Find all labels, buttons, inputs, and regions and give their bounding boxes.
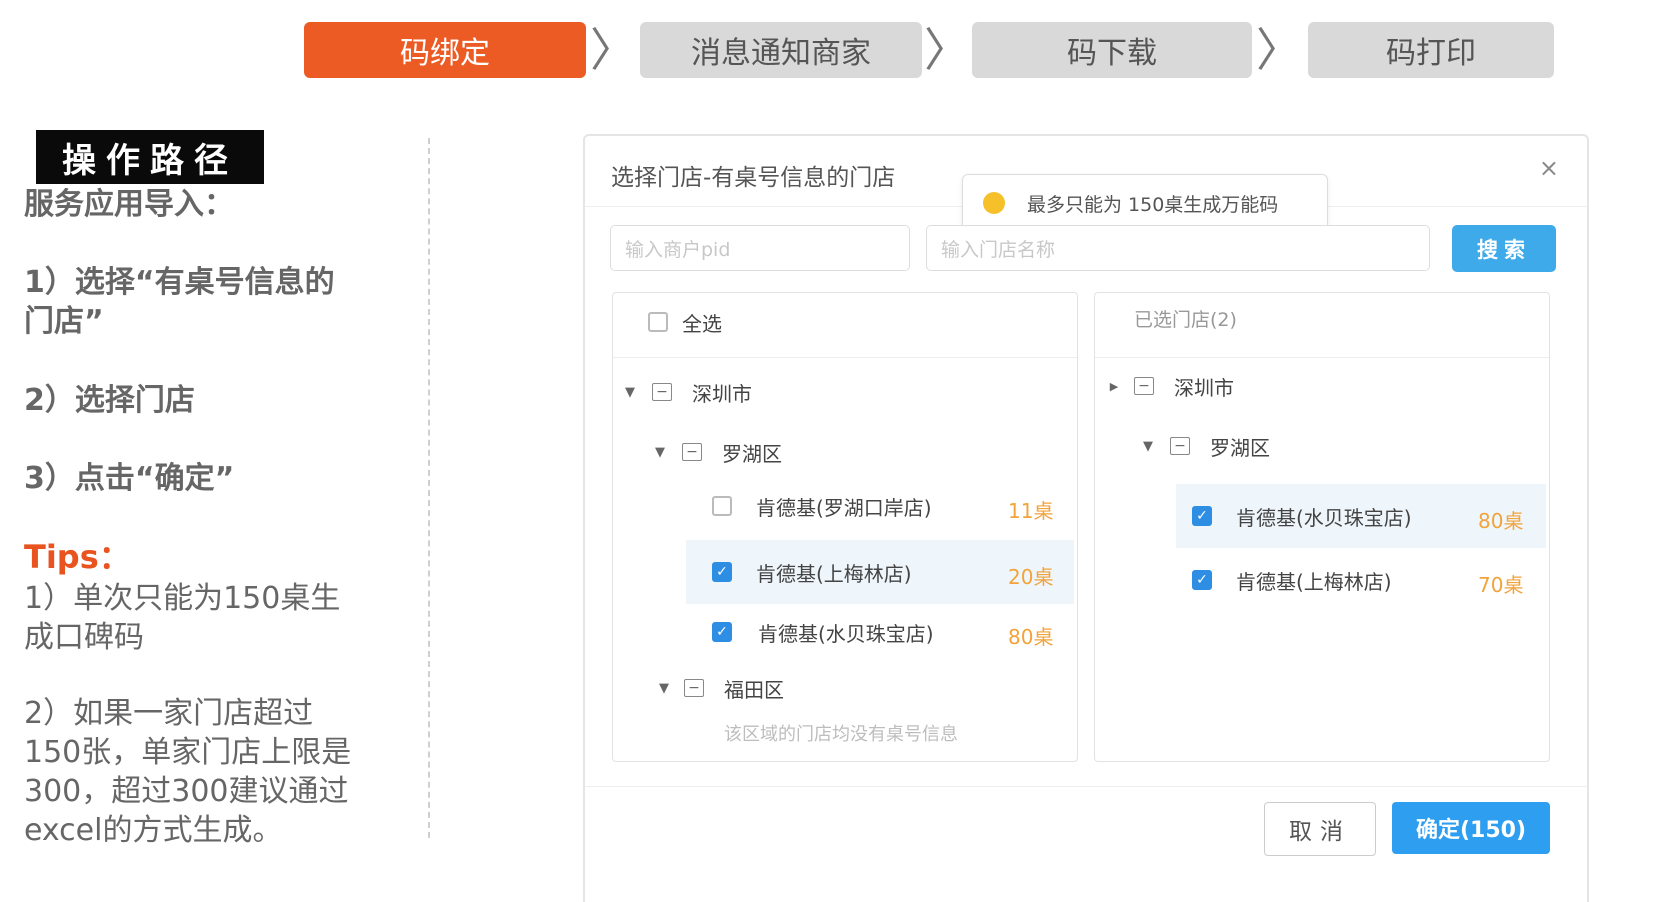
store-name: 肯德基(上梅林店)	[756, 561, 912, 586]
step-notify-merchant[interactable]: 消息通知商家	[640, 22, 922, 78]
chevron-right-icon: 〉	[924, 23, 970, 77]
tree-city-row[interactable]: ▼ − 深圳市	[622, 372, 752, 412]
collapse-box-icon[interactable]: −	[1134, 377, 1154, 395]
table-count: 80桌	[1008, 625, 1054, 649]
warning-dot-icon	[983, 192, 1005, 214]
store-name: 肯德基(水贝珠宝店)	[1236, 505, 1412, 530]
store-name: 肯德基(上梅林店)	[1236, 569, 1392, 594]
selected-header: 已选门店(2)	[1134, 298, 1237, 338]
selected-count-label: 已选门店(2)	[1134, 308, 1237, 331]
district-label: 罗湖区	[1210, 435, 1270, 460]
step-code-print[interactable]: 码打印	[1308, 22, 1554, 78]
store-row[interactable]: 肯德基(罗湖口岸店)	[712, 486, 932, 526]
confirm-button[interactable]: 确定(150)	[1392, 802, 1550, 854]
merchant-pid-input[interactable]: 输入商户pid	[610, 225, 910, 271]
store-checkbox[interactable]	[712, 496, 732, 516]
caret-down-icon[interactable]: ▼	[652, 445, 668, 460]
city-label: 深圳市	[1174, 375, 1234, 400]
table-count: 70桌	[1478, 573, 1524, 597]
select-all-row[interactable]: 全选	[648, 302, 722, 342]
chevron-right-icon: 〉	[1256, 23, 1302, 77]
table-count: 20桌	[1008, 565, 1054, 589]
search-button[interactable]: 搜索	[1452, 225, 1556, 272]
step2-text: 2）选择门店	[24, 383, 195, 418]
tree-city-row[interactable]: ▶ − 深圳市	[1106, 366, 1234, 406]
checked-checkbox-icon[interactable]: ✓	[712, 562, 732, 582]
tip2-line1: 2）如果一家门店超过	[24, 696, 314, 731]
store-name: 肯德基(水贝珠宝店)	[758, 621, 934, 646]
tip2-line4: excel的方式生成。	[24, 813, 283, 848]
checked-checkbox-icon[interactable]: ✓	[712, 622, 732, 642]
collapse-box-icon[interactable]: −	[1170, 437, 1190, 455]
collapse-box-icon[interactable]: −	[684, 679, 704, 697]
tip1-line1: 1）单次只能为150桌生	[24, 581, 341, 616]
intro-text: 服务应用导入：	[24, 187, 234, 222]
step1-line2: 门店”	[24, 304, 104, 339]
dashed-divider	[428, 138, 430, 838]
empty-district-note: 该区域的门店均没有桌号信息	[724, 724, 958, 745]
tree-district-row[interactable]: ▼ − 罗湖区	[652, 432, 782, 472]
step1-line1: 1）选择“有桌号信息的	[24, 265, 335, 300]
store-name: 肯德基(罗湖口岸店)	[756, 495, 932, 520]
step-code-binding[interactable]: 码绑定	[304, 22, 586, 78]
tip2-line3: 300，超过300建议通过	[24, 774, 349, 809]
district-label: 罗湖区	[722, 441, 782, 466]
checked-checkbox-icon[interactable]: ✓	[1192, 570, 1212, 590]
select-all-label: 全选	[682, 311, 722, 336]
caret-right-icon[interactable]: ▶	[1106, 380, 1122, 393]
caret-down-icon[interactable]: ▼	[622, 385, 638, 400]
store-row[interactable]: ✓ 肯德基(水贝珠宝店)	[712, 612, 934, 652]
dialog-title: 选择门店-有桌号信息的门店	[611, 165, 896, 191]
cancel-button[interactable]: 取消	[1264, 802, 1376, 856]
tip2-line2: 150张，单家门店上限是	[24, 735, 352, 770]
city-label: 深圳市	[692, 381, 752, 406]
tooltip-text: 最多只能为 150桌生成万能码	[1027, 193, 1279, 216]
tips-label: Tips：	[24, 538, 131, 576]
tip1-line2: 成口碑码	[24, 620, 144, 655]
collapse-box-icon[interactable]: −	[682, 443, 702, 461]
store-row[interactable]: ✓ 肯德基(上梅林店)	[712, 552, 912, 592]
operation-path-label: 操作路径	[36, 130, 264, 184]
dialog-footer-divider	[585, 786, 1587, 787]
tree-district-row[interactable]: ▼ − 罗湖区	[1140, 426, 1270, 466]
caret-down-icon[interactable]: ▼	[656, 681, 672, 696]
step-code-download[interactable]: 码下载	[972, 22, 1252, 78]
checked-checkbox-icon[interactable]: ✓	[1192, 506, 1212, 526]
collapse-box-icon[interactable]: −	[652, 383, 672, 401]
selected-store-row[interactable]: ✓ 肯德基(上梅林店)	[1192, 560, 1392, 600]
district-label: 福田区	[724, 677, 784, 702]
close-icon[interactable]: ×	[1539, 154, 1559, 182]
caret-down-icon[interactable]: ▼	[1140, 439, 1156, 454]
limit-tooltip: 最多只能为 150桌生成万能码	[962, 174, 1328, 232]
chevron-right-icon: 〉	[590, 23, 636, 77]
select-all-checkbox[interactable]	[648, 312, 668, 332]
tree-district-row[interactable]: ▼ − 福田区	[656, 668, 784, 708]
table-count: 11桌	[1008, 499, 1054, 523]
store-name-input[interactable]: 输入门店名称	[926, 225, 1430, 271]
step3-text: 3）点击“确定”	[24, 461, 235, 496]
table-count: 80桌	[1478, 509, 1524, 533]
selected-store-row[interactable]: ✓ 肯德基(水贝珠宝店)	[1192, 496, 1412, 536]
